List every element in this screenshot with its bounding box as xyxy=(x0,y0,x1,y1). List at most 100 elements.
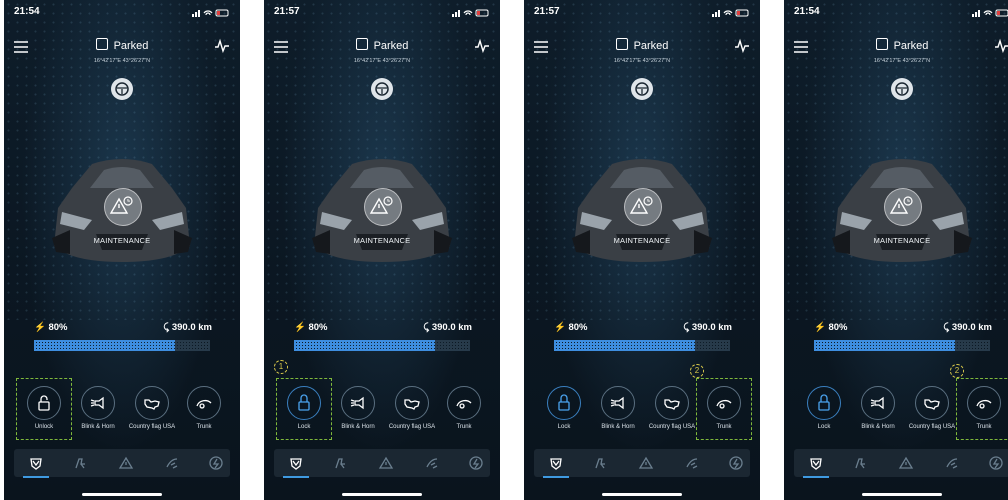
tab-charge[interactable] xyxy=(208,455,224,471)
maintenance-label: MAINTENANCE xyxy=(613,236,671,245)
highlight-box xyxy=(276,378,332,440)
battery-bar-fill xyxy=(554,340,695,351)
activity-icon[interactable] xyxy=(214,38,230,54)
action-label: Country flag USA xyxy=(648,424,696,430)
tab-wiper[interactable] xyxy=(164,455,180,471)
action-country-flag-usa[interactable]: Country flag USA xyxy=(126,380,178,431)
warning-icon xyxy=(378,456,394,469)
tab-warning[interactable] xyxy=(638,455,654,471)
step-badge: 1 xyxy=(274,360,288,374)
action-button[interactable] xyxy=(807,386,841,420)
tab-shield[interactable] xyxy=(808,455,824,471)
tab-charge[interactable] xyxy=(468,455,484,471)
activity-icon[interactable] xyxy=(734,38,750,54)
maintenance-glyph xyxy=(369,196,393,214)
action-country-flag-usa[interactable]: Country flag USA xyxy=(906,380,958,431)
action-lock[interactable]: Lock xyxy=(538,380,590,431)
activity-icon[interactable] xyxy=(474,38,490,54)
steering-wheel-icon[interactable] xyxy=(891,78,913,100)
battery-value: 80% xyxy=(48,322,68,333)
wiper-icon xyxy=(946,458,958,469)
action-button[interactable] xyxy=(341,386,375,420)
warning-icon xyxy=(898,456,914,469)
action-label: Blink & Horn xyxy=(341,424,375,430)
status-icons xyxy=(712,9,749,17)
steering-wheel-icon[interactable] xyxy=(631,78,653,100)
battery-bar xyxy=(814,340,990,351)
action-button[interactable] xyxy=(861,386,895,420)
tab-charge[interactable] xyxy=(728,455,744,471)
tab-seat[interactable] xyxy=(852,455,868,471)
action-button[interactable] xyxy=(187,386,221,420)
tab-shield[interactable] xyxy=(548,455,564,471)
action-label: Trunk xyxy=(456,424,472,430)
home-indicator xyxy=(862,493,942,496)
parked-icon xyxy=(615,38,628,50)
action-blink-horn[interactable]: Blink & Horn xyxy=(852,380,904,431)
action-blink-horn[interactable]: Blink & Horn xyxy=(72,380,124,431)
tab-warning[interactable] xyxy=(898,455,914,471)
charge-icon xyxy=(729,456,743,470)
action-label: Blink & Horn xyxy=(81,424,115,430)
action-button[interactable] xyxy=(135,386,169,420)
action-blink-horn[interactable]: Blink & Horn xyxy=(332,380,384,431)
status-bar: 21:57 xyxy=(274,6,490,20)
tab-wiper[interactable] xyxy=(424,455,440,471)
steering-wheel-glyph xyxy=(635,82,649,96)
maintenance-warning-icon xyxy=(884,188,922,226)
maintenance-warning-icon xyxy=(364,188,402,226)
tab-wiper[interactable] xyxy=(684,455,700,471)
phone-screen: 21:54 Parked 16°42'17"E 43°26'27"N MAINTENA… xyxy=(4,0,240,500)
tab-charge[interactable] xyxy=(988,455,1004,471)
status-icons xyxy=(452,9,489,17)
tab-wiper[interactable] xyxy=(944,455,960,471)
tab-shield[interactable] xyxy=(288,455,304,471)
action-button[interactable] xyxy=(601,386,635,420)
tab-seat[interactable] xyxy=(72,455,88,471)
shield-icon xyxy=(810,458,822,470)
active-tab-indicator xyxy=(283,476,309,478)
steering-wheel-icon[interactable] xyxy=(371,78,393,100)
phone-screen: 21:57 Parked 16°42'17"E 43°26'27"N MAINTENA… xyxy=(524,0,760,500)
top-bar: Parked xyxy=(14,38,230,56)
country-flag-icon xyxy=(144,399,160,410)
charge-icon xyxy=(209,456,223,470)
action-button[interactable] xyxy=(915,386,949,420)
country-flag-icon xyxy=(924,399,940,410)
warning-icon xyxy=(638,456,654,469)
page-title: Parked xyxy=(274,38,490,52)
action-button[interactable] xyxy=(547,386,581,420)
action-label: Country flag USA xyxy=(908,424,956,430)
steering-wheel-icon[interactable] xyxy=(111,78,133,100)
action-button[interactable] xyxy=(395,386,429,420)
battery-bar xyxy=(554,340,730,351)
highlight-box xyxy=(696,378,752,440)
action-trunk[interactable]: Trunk xyxy=(438,380,490,431)
action-label: Country flag USA xyxy=(388,424,436,430)
tab-warning[interactable] xyxy=(378,455,394,471)
action-button[interactable] xyxy=(81,386,115,420)
activity-icon[interactable] xyxy=(994,38,1008,54)
tab-seat[interactable] xyxy=(592,455,608,471)
range-value: 390.0 km xyxy=(171,322,212,333)
action-button[interactable] xyxy=(655,386,689,420)
range-remaining: ⤹ 390.0 km xyxy=(944,322,993,333)
bottom-tab-bar xyxy=(14,449,230,478)
action-blink-horn[interactable]: Blink & Horn xyxy=(592,380,644,431)
gps-coordinates: 16°42'17"E 43°26'27"N xyxy=(353,58,411,64)
tab-shield[interactable] xyxy=(28,455,44,471)
action-lock[interactable]: Lock xyxy=(798,380,850,431)
action-button[interactable] xyxy=(447,386,481,420)
action-country-flag-usa[interactable]: Country flag USA xyxy=(386,380,438,431)
tab-seat[interactable] xyxy=(332,455,348,471)
bolt-icon: ⚡ xyxy=(294,322,309,333)
battery-level: ⚡ 80% xyxy=(814,322,847,333)
action-country-flag-usa[interactable]: Country flag USA xyxy=(646,380,698,431)
tab-warning[interactable] xyxy=(118,455,134,471)
blink-horn-icon xyxy=(90,396,104,410)
action-trunk[interactable]: Trunk xyxy=(178,380,230,431)
quick-actions: Lock Blink & Horn Country flag USA Trunk 2 xyxy=(794,364,1008,440)
action-label: Lock xyxy=(817,424,831,430)
country-flag-icon xyxy=(664,399,680,410)
activity-icon-glyph xyxy=(995,38,1008,54)
